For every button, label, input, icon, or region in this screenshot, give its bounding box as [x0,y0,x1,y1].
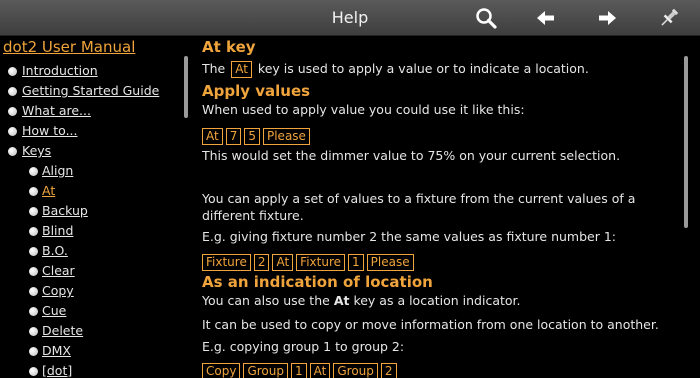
key-badge: At [202,128,223,145]
sidebar-nav-list: Introduction Getting Started Guide What ar… [0,62,190,378]
apply-paragraph: When used to apply value you could use i… [202,102,525,117]
sidebar-item-b-o[interactable]: B.O. [0,242,190,262]
bullet-icon [8,107,17,116]
key-badge: Group [333,363,378,378]
forward-arrow-icon [599,11,616,25]
example-fixture-paragraph: E.g. giving fixture number 2 the same va… [202,229,616,244]
search-icon [476,8,497,29]
copy-move-paragraph: It can be used to copy or move informati… [202,317,659,332]
pin-icon [661,8,679,26]
bullet-icon [29,307,38,316]
key-badge: 2 [253,254,270,271]
sidebar-item-label[interactable]: Cue [42,303,66,318]
bullet-icon [29,227,38,236]
bullet-icon [8,147,17,156]
key-badge: Please [262,128,310,145]
search-button[interactable] [474,6,500,30]
intro-text-before: The [202,61,226,76]
heading-location: As an indication of location [202,273,433,291]
pin-button[interactable] [656,6,682,30]
location-paragraph: You can also use the At key as a locatio… [202,292,672,309]
sidebar: dot2 User Manual Introduction Getting Sta… [0,36,192,378]
sidebar-item-backup[interactable]: Backup [0,202,190,222]
sidebar-item-label[interactable]: Introduction [22,63,98,78]
key-sequence-copy-group: Copy Group 1 At Group 2 [202,360,400,378]
bullet-icon [29,167,38,176]
sidebar-scrollbar[interactable] [184,56,188,118]
bullet-icon [8,67,17,76]
sidebar-item-keys[interactable]: Keys [0,142,190,162]
help-content: At key The At key is used to apply a val… [202,36,680,378]
location-at-bold: At [333,293,350,308]
sidebar-item-at[interactable]: At [0,182,190,202]
intro-paragraph: The At key is used to apply a value or t… [202,60,672,78]
key-sequence-fixture: Fixture 2 At Fixture 1 Please [202,251,417,271]
manual-title-link[interactable]: dot2 User Manual [3,38,135,56]
sidebar-item-label[interactable]: B.O. [42,243,68,258]
key-badge: 1 [291,363,307,378]
key-badge: Fixture [202,254,251,271]
heading-at-key: At key [202,38,256,56]
sidebar-item-delete[interactable]: Delete [0,322,190,342]
sidebar-item-label[interactable]: Copy [42,283,74,298]
key-sequence-dimmer: At 7 5 Please [202,125,313,145]
key-badge: Group [243,363,288,378]
sidebar-item-label[interactable]: [dot] [42,363,72,378]
sidebar-item-label[interactable]: What are... [22,103,91,118]
bullet-icon [29,287,38,296]
sidebar-item-blind[interactable]: Blind [0,222,190,242]
example-group-paragraph: E.g. copying group 1 to group 2: [202,339,405,354]
key-badge: 5 [244,128,260,145]
at-key-badge: At [231,61,252,78]
sidebar-item-label[interactable]: Keys [22,143,51,158]
bullet-icon [29,247,38,256]
sidebar-item-label[interactable]: Clear [42,263,75,278]
key-badge: 2 [380,363,397,378]
key-badge: 7 [225,128,242,145]
sidebar-item-clear[interactable]: Clear [0,262,190,282]
dimmer-paragraph: This would set the dimmer value to 75% o… [202,148,621,163]
sidebar-item-what-are[interactable]: What are... [0,102,190,122]
sidebar-item-copy[interactable]: Copy [0,282,190,302]
bullet-icon [8,127,17,136]
back-arrow-icon [537,11,554,25]
forward-button[interactable] [594,6,620,30]
bullet-icon [29,327,38,336]
heading-apply-values: Apply values [202,82,311,100]
back-button[interactable] [533,6,559,30]
bullet-icon [29,367,38,376]
sidebar-item-label[interactable]: Delete [42,323,83,338]
sidebar-item-label[interactable]: At [42,183,55,198]
sidebar-item-label[interactable]: Blind [42,223,73,238]
intro-text-after: key is used to apply a value or to indic… [257,61,589,76]
bullet-icon [29,347,38,356]
content-scrollbar[interactable] [684,56,688,228]
key-badge: At [272,254,294,271]
sidebar-item-label[interactable]: Backup [42,203,88,218]
sidebar-item-align[interactable]: Align [0,162,190,182]
key-badge: Copy [202,363,241,378]
sidebar-item-label[interactable]: DMX [42,343,71,358]
key-badge: Fixture [296,254,345,271]
sidebar-item-introduction[interactable]: Introduction [0,62,190,82]
key-badge: 1 [348,254,364,271]
sidebar-item-label[interactable]: Getting Started Guide [22,83,159,98]
bullet-icon [29,187,38,196]
bullet-icon [29,207,38,216]
title-bar: Help [0,0,700,36]
key-badge: Please [366,254,414,271]
sidebar-item-getting-started-guide[interactable]: Getting Started Guide [0,82,190,102]
bullet-icon [8,87,17,96]
key-badge: At [309,363,331,378]
sidebar-item-how-to[interactable]: How to... [0,122,190,142]
bullet-icon [29,267,38,276]
set-values-paragraph: You can apply a set of values to a fixtu… [202,191,636,223]
sidebar-item-dot[interactable]: [dot] [0,362,190,378]
sidebar-item-cue[interactable]: Cue [0,302,190,322]
sidebar-item-label[interactable]: How to... [22,123,78,138]
sidebar-item-label[interactable]: Align [42,163,73,178]
sidebar-item-dmx[interactable]: DMX [0,342,190,362]
location-text-before: You can also use the [202,293,330,308]
location-text-after: key as a location indicator. [353,293,521,308]
